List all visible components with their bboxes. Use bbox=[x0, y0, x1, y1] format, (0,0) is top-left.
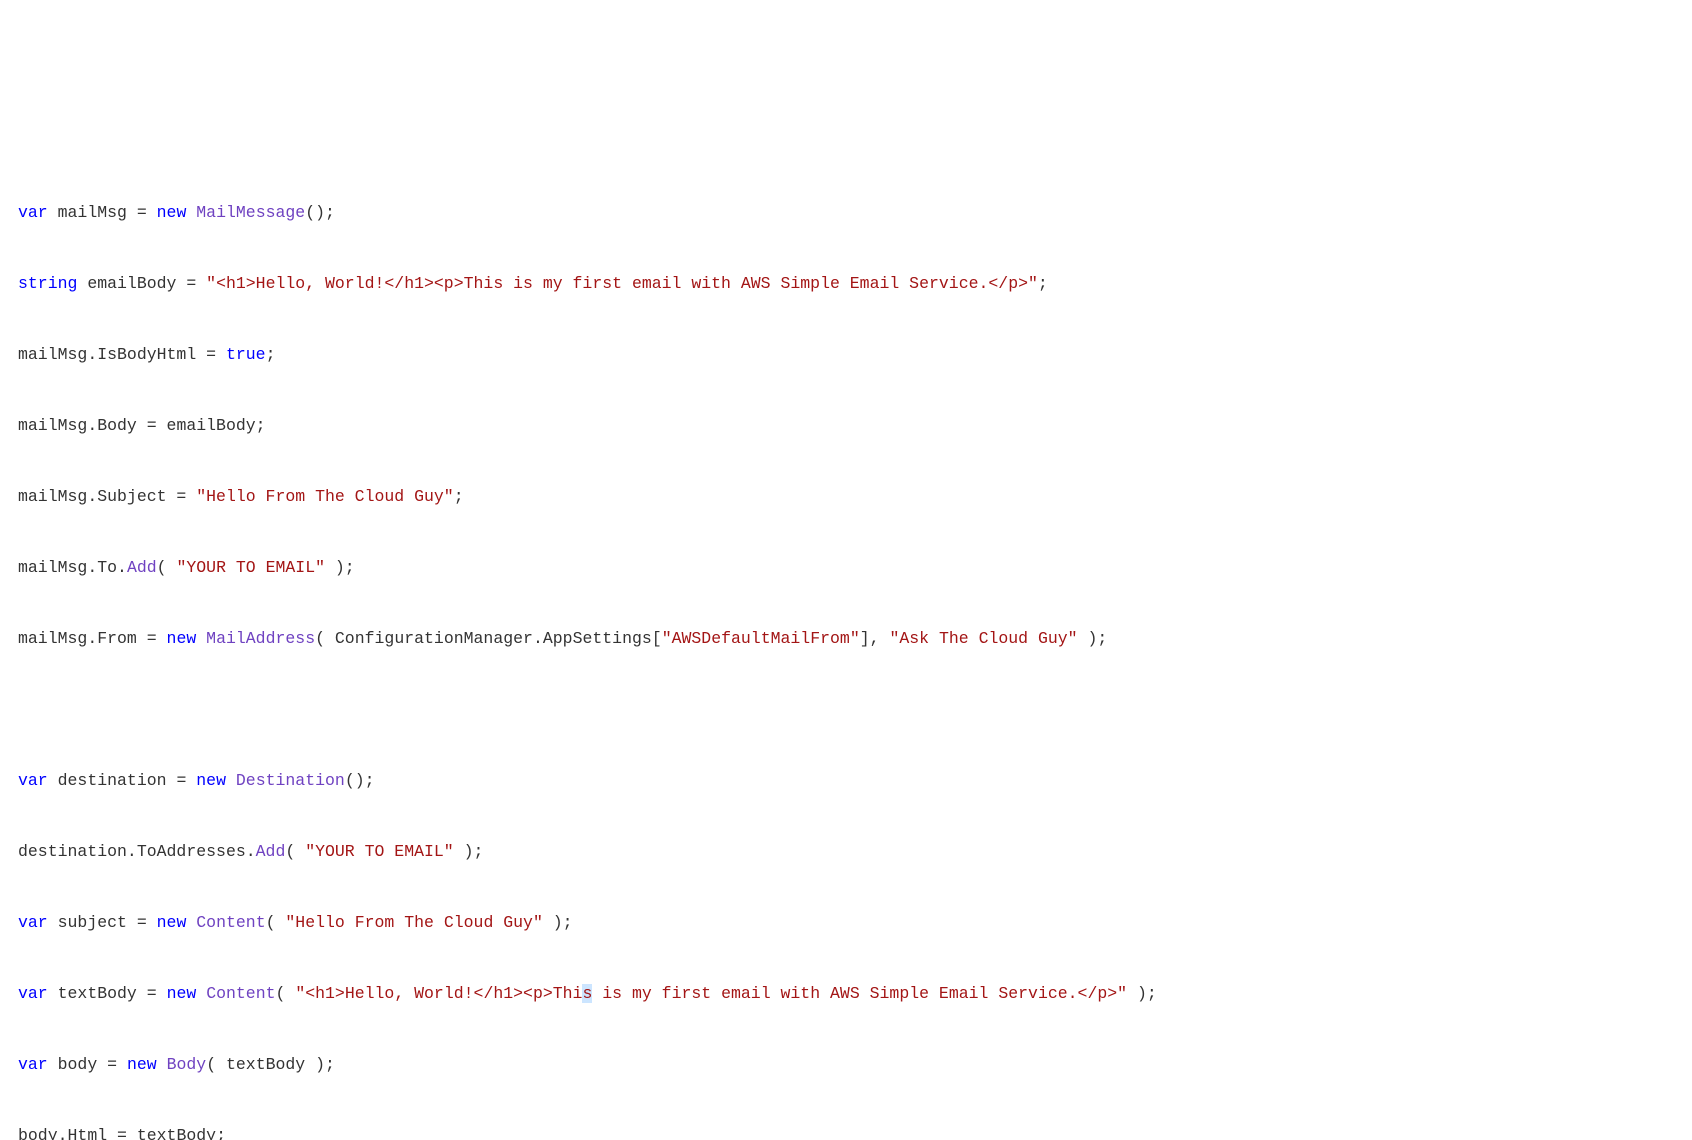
operator-eq: = bbox=[176, 274, 206, 293]
keyword-new: new bbox=[196, 771, 226, 790]
identifier: mailMsg bbox=[18, 487, 87, 506]
string-literal: "AWSDefaultMailFrom" bbox=[662, 629, 860, 648]
identifier: mailMsg bbox=[18, 629, 87, 648]
identifier: body bbox=[58, 1055, 98, 1074]
punct: ; bbox=[266, 345, 276, 364]
code-block: var mailMsg = new MailMessage(); string … bbox=[18, 160, 1674, 1140]
method-add: Add bbox=[127, 558, 157, 577]
identifier: subject bbox=[58, 913, 127, 932]
keyword-new: new bbox=[167, 984, 197, 1003]
punct: (); bbox=[345, 771, 375, 790]
property: Body bbox=[97, 416, 137, 435]
keyword-new: new bbox=[127, 1055, 157, 1074]
type-mailaddress: MailAddress bbox=[206, 629, 315, 648]
keyword-new: new bbox=[157, 913, 187, 932]
keyword-var: var bbox=[18, 984, 48, 1003]
method-add: Add bbox=[256, 842, 286, 861]
property: Html bbox=[68, 1126, 108, 1140]
keyword-var: var bbox=[18, 913, 48, 932]
identifier: emailBody bbox=[87, 274, 176, 293]
property: ConfigurationManager bbox=[335, 629, 533, 648]
string-literal: "<h1>Hello, World!</h1><p>This is my fir… bbox=[206, 274, 1038, 293]
identifier: destination bbox=[58, 771, 167, 790]
string-literal: "Ask The Cloud Guy" bbox=[889, 629, 1077, 648]
keyword-new: new bbox=[157, 203, 187, 222]
identifier: mailMsg bbox=[58, 203, 127, 222]
code-line-9: var destination = new Destination(); bbox=[18, 763, 1674, 798]
code-line-1: var mailMsg = new MailMessage(); bbox=[18, 195, 1674, 230]
code-line-3: mailMsg.IsBodyHtml = true; bbox=[18, 337, 1674, 372]
operator-eq: = bbox=[167, 487, 197, 506]
operator-eq: = bbox=[137, 416, 167, 435]
code-line-4: mailMsg.Body = emailBody; bbox=[18, 408, 1674, 443]
code-line-14: body.Html = textBody; bbox=[18, 1118, 1674, 1140]
operator-eq: = bbox=[97, 1055, 127, 1074]
blank-line bbox=[18, 692, 1674, 727]
code-line-12: var textBody = new Content( "<h1>Hello, … bbox=[18, 976, 1674, 1011]
operator-eq: = bbox=[107, 1126, 137, 1140]
identifier: mailMsg bbox=[18, 345, 87, 364]
string-literal: "Hello From The Cloud Guy" bbox=[285, 913, 542, 932]
identifier: mailMsg bbox=[18, 558, 87, 577]
property: To bbox=[97, 558, 117, 577]
identifier: mailMsg bbox=[18, 416, 87, 435]
code-line-10: destination.ToAddresses.Add( "YOUR TO EM… bbox=[18, 834, 1674, 869]
type-destination: Destination bbox=[236, 771, 345, 790]
keyword-new: new bbox=[167, 629, 197, 648]
type-body: Body bbox=[167, 1055, 207, 1074]
operator-eq: = bbox=[127, 203, 157, 222]
punct: ; bbox=[216, 1126, 226, 1140]
code-line-2: string emailBody = "<h1>Hello, World!</h… bbox=[18, 266, 1674, 301]
type-content: Content bbox=[206, 984, 275, 1003]
keyword-var: var bbox=[18, 771, 48, 790]
identifier: textBody bbox=[58, 984, 137, 1003]
property: From bbox=[97, 629, 137, 648]
property: ToAddresses bbox=[137, 842, 246, 861]
string-literal: "YOUR TO EMAIL" bbox=[176, 558, 325, 577]
identifier: emailBody bbox=[167, 416, 256, 435]
punct: ; bbox=[256, 416, 266, 435]
identifier: textBody bbox=[137, 1126, 216, 1140]
type-mailmessage: MailMessage bbox=[196, 203, 305, 222]
string-literal: "YOUR TO EMAIL" bbox=[305, 842, 454, 861]
property: AppSettings bbox=[543, 629, 652, 648]
identifier: body bbox=[18, 1126, 58, 1140]
code-line-11: var subject = new Content( "Hello From T… bbox=[18, 905, 1674, 940]
operator-eq: = bbox=[167, 771, 197, 790]
operator-eq: = bbox=[127, 913, 157, 932]
code-line-5: mailMsg.Subject = "Hello From The Cloud … bbox=[18, 479, 1674, 514]
code-line-13: var body = new Body( textBody ); bbox=[18, 1047, 1674, 1082]
string-literal: "Hello From The Cloud Guy" bbox=[196, 487, 453, 506]
property: IsBodyHtml bbox=[97, 345, 196, 364]
string-literal: is my first email with AWS Simple Email … bbox=[592, 984, 1127, 1003]
punct: ; bbox=[454, 487, 464, 506]
keyword-string: string bbox=[18, 274, 77, 293]
operator-eq: = bbox=[137, 629, 167, 648]
punct: ; bbox=[1038, 274, 1048, 293]
code-line-7: mailMsg.From = new MailAddress( Configur… bbox=[18, 621, 1674, 656]
identifier: destination bbox=[18, 842, 127, 861]
code-line-6: mailMsg.To.Add( "YOUR TO EMAIL" ); bbox=[18, 550, 1674, 585]
identifier: textBody bbox=[226, 1055, 305, 1074]
keyword-true: true bbox=[226, 345, 266, 364]
highlighted-char: s bbox=[582, 984, 592, 1003]
operator-eq: = bbox=[137, 984, 167, 1003]
keyword-var: var bbox=[18, 203, 48, 222]
punct: (); bbox=[305, 203, 335, 222]
string-literal: "<h1>Hello, World!</h1><p>Thi bbox=[295, 984, 582, 1003]
property: Subject bbox=[97, 487, 166, 506]
operator-eq: = bbox=[196, 345, 226, 364]
keyword-var: var bbox=[18, 1055, 48, 1074]
type-content: Content bbox=[196, 913, 265, 932]
